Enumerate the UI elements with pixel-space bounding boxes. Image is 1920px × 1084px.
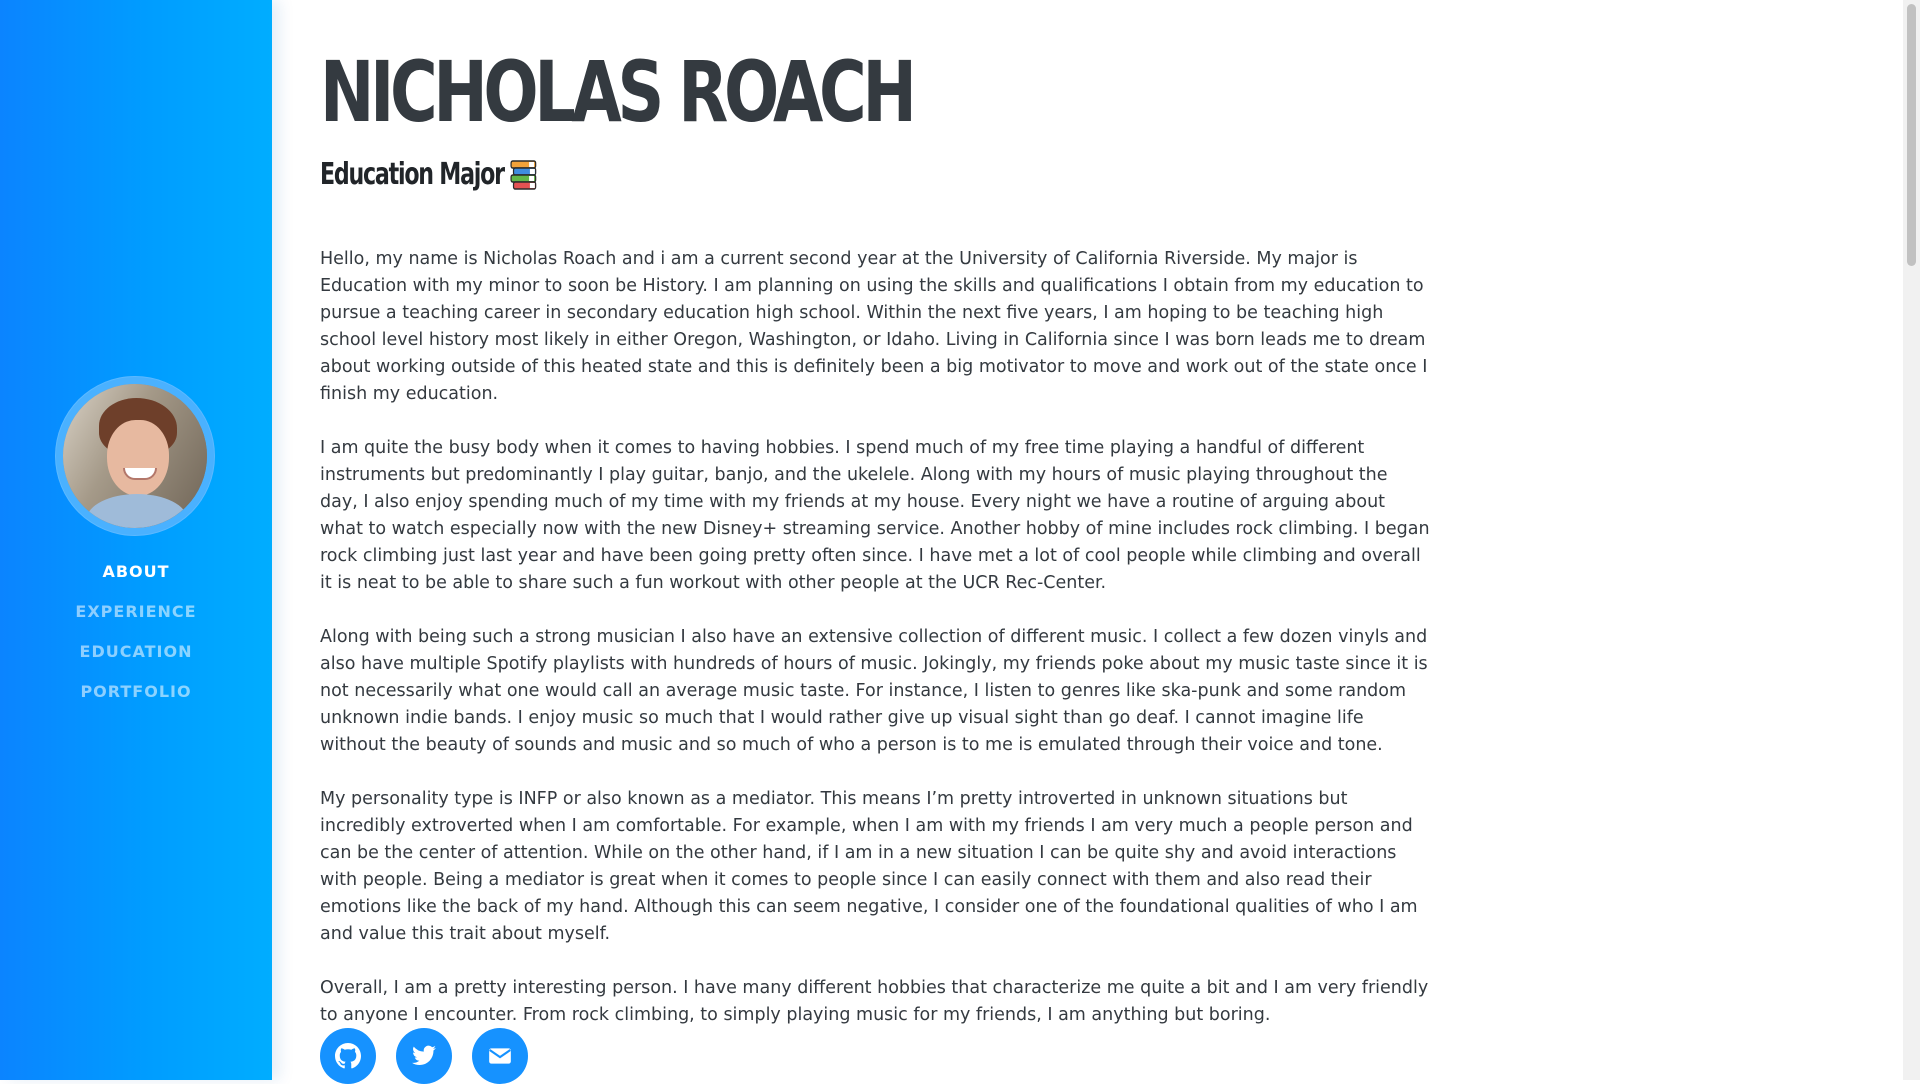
avatar (63, 384, 207, 528)
subtitle-text: Education Major (320, 156, 505, 192)
bio-paragraph: Hello, my name is Nicholas Roach and i a… (320, 249, 1428, 404)
social-links (320, 1028, 528, 1084)
github-button[interactable] (320, 1028, 376, 1084)
subtitle: Education Major (320, 156, 538, 192)
nav-item-experience[interactable]: Experience (0, 600, 272, 640)
bio-paragraph: My personality type is INFP or also know… (320, 789, 1418, 944)
books-emoji-icon (509, 156, 539, 192)
sidebar: About Experience Education Portfolio (0, 0, 272, 1080)
bio-paragraph: Along with being such a strong musician … (320, 627, 1428, 755)
bio: Hello, my name is Nicholas Roach and i a… (320, 246, 1430, 1056)
bio-paragraph: I am quite the busy body when it comes t… (320, 438, 1430, 593)
email-icon (489, 1048, 511, 1064)
email-button[interactable] (472, 1028, 528, 1084)
sidebar-nav: About Experience Education Portfolio (0, 560, 272, 720)
nav-item-education[interactable]: Education (0, 640, 272, 680)
page-title: NICHOLAS ROACH (320, 43, 917, 141)
nav-item-about[interactable]: About (0, 560, 272, 600)
scrollbar[interactable] (1903, 0, 1920, 1080)
scrollbar-thumb[interactable] (1907, 4, 1916, 266)
twitter-icon (412, 1045, 436, 1065)
twitter-button[interactable] (396, 1028, 452, 1084)
nav-item-portfolio[interactable]: Portfolio (0, 680, 272, 720)
avatar-ring (55, 376, 215, 536)
bio-paragraph: Overall, I am a pretty interesting perso… (320, 978, 1429, 1025)
github-icon (335, 1043, 361, 1069)
